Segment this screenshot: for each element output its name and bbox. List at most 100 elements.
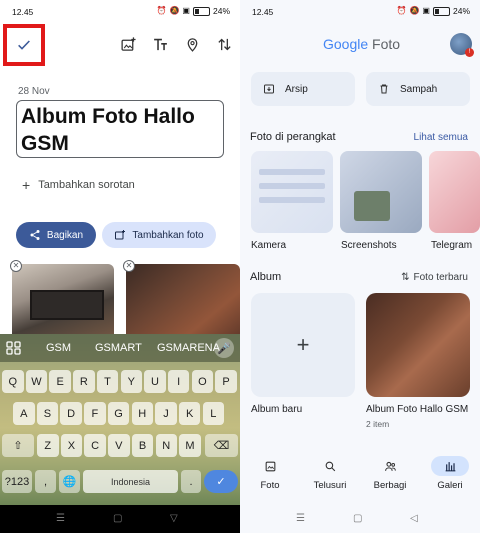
backspace-key[interactable]: ⌫ [205, 434, 238, 457]
recents-nav-icon[interactable]: ☰ [56, 513, 65, 524]
symbols-key[interactable]: ?123 [2, 470, 32, 493]
remove-photo-icon[interactable]: ✕ [123, 260, 135, 272]
key-f[interactable]: F [84, 402, 106, 425]
key-c[interactable]: C [84, 434, 106, 457]
key-u[interactable]: U [144, 370, 166, 393]
share-icon [30, 230, 40, 240]
key-g[interactable]: G [107, 402, 130, 425]
album-photo-thumbnail[interactable] [126, 264, 240, 344]
thumbnail-placeholder [259, 197, 325, 203]
folder-label: Screenshots [341, 240, 397, 251]
nav-label: Galeri [437, 480, 463, 491]
bottom-navigation: Foto Telusuri Berbagi Galeri [240, 450, 480, 505]
key-w[interactable]: W [25, 370, 48, 393]
space-key[interactable]: Indonesia [83, 470, 178, 493]
home-nav-icon[interactable]: ▢ [113, 513, 122, 524]
add-photo-icon [120, 36, 136, 51]
archive-button[interactable]: Arsip [251, 72, 355, 106]
key-e[interactable]: E [49, 370, 71, 393]
trash-button[interactable]: Sampah [366, 72, 470, 106]
screenshot-root: 12.45 ⏰ 🔕 ▣ 24% 28 Nov Album Foto Hallo … [0, 0, 480, 533]
comma-key[interactable]: , [35, 470, 56, 493]
key-q[interactable]: Q [2, 370, 24, 393]
camera-folder-tile[interactable] [251, 151, 333, 233]
keyboard-row: ASDFGHJKL [0, 402, 240, 426]
key-t[interactable]: T [96, 370, 119, 393]
key-m[interactable]: M [179, 434, 201, 457]
sort-tool-button[interactable] [213, 33, 235, 55]
add-highlight-button[interactable]: + Tambahkan sorotan [22, 177, 135, 193]
key-k[interactable]: K [178, 402, 201, 425]
alarm-icon: ⏰ [156, 6, 167, 15]
share-button[interactable]: Bagikan [16, 222, 96, 248]
account-avatar[interactable]: ! [450, 33, 474, 57]
key-i[interactable]: I [167, 370, 190, 393]
back-nav-icon[interactable]: ▽ [170, 513, 178, 524]
key-s[interactable]: S [36, 402, 59, 425]
battery-percent: 24% [212, 6, 230, 16]
battery-icon [432, 6, 450, 16]
key-a[interactable]: A [13, 402, 35, 425]
text-icon [153, 38, 167, 50]
key-v[interactable]: V [108, 434, 130, 457]
album-heading: Album [250, 271, 282, 283]
album-item-count: 2 item [366, 419, 390, 429]
language-globe-key[interactable]: 🌐 [59, 470, 80, 493]
key-p[interactable]: P [215, 370, 237, 393]
nav-tab-search[interactable]: Telusuri [302, 456, 358, 491]
suggestion-item[interactable]: GSMART [95, 342, 142, 354]
device-photos-heading: Foto di perangkat [250, 131, 336, 143]
thumbnail-placeholder [259, 183, 325, 189]
key-r[interactable]: R [73, 370, 95, 393]
microphone-icon[interactable]: 🎤 [214, 338, 234, 358]
screenshots-folder-tile[interactable] [340, 151, 422, 233]
new-album-button[interactable]: + [251, 293, 355, 397]
logo-foto-text: Foto [372, 36, 401, 52]
album-title-input[interactable]: Album Foto Hallo GSM [16, 100, 224, 158]
suggestion-item[interactable]: GSMARENA [157, 342, 220, 354]
add-photo-tool-button[interactable] [117, 33, 139, 55]
key-y[interactable]: Y [120, 370, 142, 393]
period-key[interactable]: . [181, 470, 201, 493]
library-screen: 12.45 ⏰ 🔕 ▣ 24% Google Foto ! Arsip Samp… [240, 0, 480, 533]
recents-nav-icon[interactable]: ☰ [296, 513, 305, 524]
trash-icon [380, 84, 388, 94]
key-n[interactable]: N [155, 434, 177, 457]
people-icon [384, 461, 396, 471]
add-photo-button[interactable]: Tambahkan foto [102, 222, 216, 248]
nav-label: Berbagi [373, 480, 407, 491]
shift-key[interactable]: ⇧ [2, 434, 34, 457]
suggestion-item[interactable]: GSM [46, 342, 71, 354]
nav-tab-photos[interactable]: Foto [242, 456, 298, 491]
enter-key[interactable]: ✓ [204, 470, 238, 493]
nav-tab-sharing[interactable]: Berbagi [362, 456, 418, 491]
back-nav-icon[interactable]: ◁ [410, 513, 418, 524]
nav-tab-library[interactable]: Galeri [422, 456, 478, 491]
logo-google-text: Google [323, 36, 369, 52]
album-cover-thumbnail[interactable] [366, 293, 470, 397]
add-text-tool-button[interactable] [149, 33, 171, 55]
telegram-folder-tile[interactable] [429, 151, 480, 233]
done-button[interactable] [3, 24, 45, 66]
remove-photo-icon[interactable]: ✕ [10, 260, 22, 272]
album-photo-thumbnail[interactable] [12, 264, 114, 344]
home-nav-icon[interactable]: ▢ [353, 513, 362, 524]
battery-icon [192, 6, 210, 16]
album-date: 28 Nov [18, 86, 50, 97]
key-j[interactable]: J [155, 402, 177, 425]
add-location-tool-button[interactable] [181, 33, 203, 55]
key-h[interactable]: H [131, 402, 153, 425]
key-l[interactable]: L [202, 402, 225, 425]
keyboard-menu-grid-icon[interactable] [6, 341, 22, 355]
key-x[interactable]: X [60, 434, 83, 457]
key-o[interactable]: O [191, 370, 214, 393]
laptop-screen [30, 290, 104, 320]
key-b[interactable]: B [131, 434, 154, 457]
sort-albums-button[interactable]: ⇅ Foto terbaru [401, 272, 468, 283]
thumbnail-placeholder [354, 191, 390, 221]
see-all-link[interactable]: Lihat semua [414, 132, 468, 143]
share-label: Bagikan [46, 229, 84, 241]
key-z[interactable]: Z [37, 434, 59, 457]
key-d[interactable]: D [60, 402, 82, 425]
status-time: 12.45 [252, 7, 274, 17]
